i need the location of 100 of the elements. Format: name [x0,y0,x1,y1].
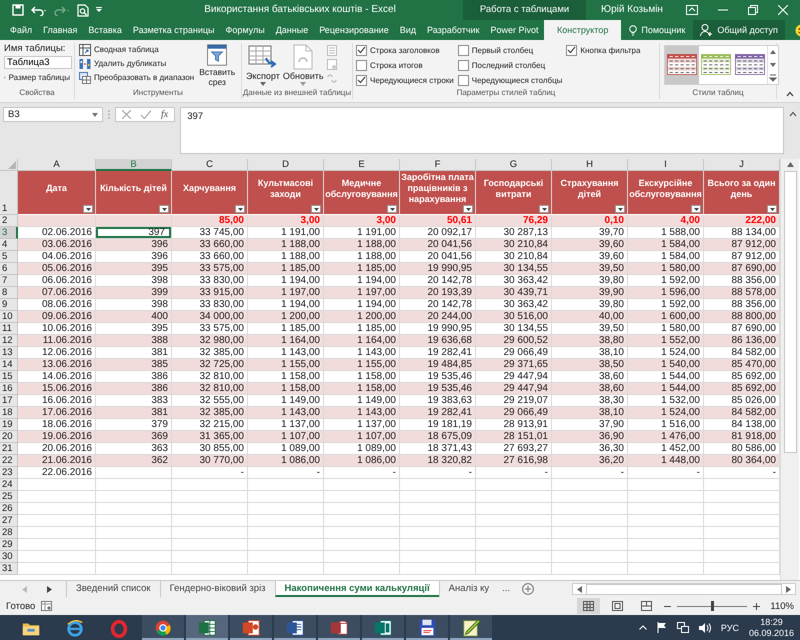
slider-thumb[interactable] [711,600,714,610]
filter-button[interactable] [463,205,473,213]
row-number[interactable]: 23 [0,467,18,479]
row-number[interactable]: 18 [0,407,18,419]
column-header[interactable]: F [400,159,476,171]
column-header[interactable]: D [248,159,324,171]
user-name[interactable]: Юрій Козьмін [586,0,678,20]
filter-button[interactable] [387,205,397,213]
customize-caret-icon[interactable] [96,7,102,13]
ribbon-tab[interactable]: Разработчик [422,20,485,40]
tool-button[interactable]: Сводная таблица [79,43,194,56]
row-number[interactable]: 1 [0,171,18,215]
tool-button[interactable]: Преобразовать в диапазон [79,71,194,84]
ribbon-display-icon[interactable] [686,5,698,15]
row-number[interactable]: 10 [0,311,18,323]
name-box[interactable]: B3 [3,107,103,122]
filter-button[interactable] [159,205,169,213]
resize-table-button[interactable]: Размер таблицы [4,71,70,84]
speaker-icon[interactable] [698,622,711,632]
row-number[interactable]: 12 [0,335,18,347]
row-number[interactable]: 3 [0,227,18,239]
ribbon-tab[interactable]: Разметка страницы [127,20,220,40]
ribbon-tab[interactable]: Рецензирование [314,20,394,40]
row-number[interactable]: 20 [0,431,18,443]
checkbox[interactable]: Строка итогов [356,59,454,71]
ribbon-tab[interactable]: Вставка [82,20,128,40]
flag-icon[interactable] [656,622,667,633]
network-icon[interactable] [676,622,689,633]
row-number[interactable]: 19 [0,419,18,431]
scroll-up-icon[interactable] [769,48,777,56]
row-number[interactable]: 24 [0,479,18,491]
taskbar-button[interactable] [450,615,492,640]
row-number[interactable]: 25 [0,491,18,503]
insert-function-button[interactable]: fx [161,109,168,120]
collapse-ribbon-icon[interactable] [786,91,794,97]
checkbox[interactable]: Первый столбец [458,44,562,56]
filter-button[interactable] [311,205,321,213]
row-number[interactable]: 15 [0,371,18,383]
scroll-thumb[interactable] [586,584,782,594]
ribbon-tab[interactable]: Формулы [220,20,270,40]
ribbon-tab[interactable]: Файл [0,20,38,40]
column-header[interactable]: G [476,159,552,171]
export-button[interactable]: Экспорт [246,43,280,87]
row-number[interactable]: 16 [0,383,18,395]
checkbox[interactable]: Чередующиеся строки [356,74,454,86]
checkbox[interactable]: Чередующиеся столбцы [458,74,562,86]
taskbar-button[interactable] [362,615,404,640]
scroll-thumb[interactable] [784,171,796,453]
column-header[interactable]: A [18,159,96,171]
insert-slicer-button[interactable]: Вставить срез [197,43,238,87]
row-number[interactable]: 29 [0,539,18,551]
row-number[interactable]: 22 [0,455,18,467]
checkbox[interactable]: Строка заголовков [356,44,454,56]
language-indicator[interactable]: РУС [720,622,739,632]
share-button[interactable]: Общий доступ [693,20,785,40]
row-number[interactable]: 7 [0,275,18,287]
filter-button[interactable] [83,205,93,213]
row-number[interactable]: 14 [0,359,18,371]
scroll-down-icon[interactable] [769,61,777,69]
row-number[interactable]: 9 [0,299,18,311]
sheet-tab[interactable]: Накопичення суми калькуляції [274,581,439,597]
normal-view-button[interactable] [577,598,600,614]
ribbon-tab[interactable]: Конструктор [544,20,622,40]
column-header[interactable]: B [96,159,172,171]
row-number[interactable]: 17 [0,395,18,407]
row-number[interactable]: 11 [0,323,18,335]
filter-button[interactable] [767,205,777,213]
ribbon-tab[interactable]: Данные [270,20,314,40]
row-number[interactable]: 6 [0,263,18,275]
ribbon-tab[interactable]: Главная [38,20,83,40]
row-number[interactable]: 4 [0,239,18,251]
print-preview-icon[interactable] [77,4,89,16]
taskbar-button[interactable] [186,615,228,640]
zoom-in-icon[interactable] [753,602,760,610]
column-header[interactable]: C [172,159,248,171]
collapse-formula-icon[interactable] [789,111,797,117]
column-header[interactable]: E [324,159,400,171]
row-number[interactable]: 8 [0,287,18,299]
save-icon[interactable] [12,4,24,16]
ribbon-tab[interactable]: Power Pivot [484,20,544,40]
row-number[interactable]: 31 [0,563,18,575]
table-name-field[interactable]: Таблица3 [4,56,72,69]
refresh-button[interactable]: Обновить [282,43,324,87]
taskbar-button[interactable] [406,615,448,640]
row-number[interactable]: 30 [0,551,18,563]
checkbox[interactable]: Последний столбец [458,59,562,71]
taskbar-button[interactable] [230,615,272,640]
row-number[interactable]: 27 [0,515,18,527]
taskbar-button[interactable] [274,615,316,640]
next-sheet-icon[interactable] [47,586,52,592]
row-number[interactable]: 28 [0,527,18,539]
column-header[interactable]: J [704,159,780,171]
tell-me-button[interactable]: Помощник [621,20,694,40]
checkbox[interactable]: Кнопка фильтра [566,44,640,56]
filter-button[interactable] [615,205,625,213]
add-sheet-icon[interactable] [522,583,534,595]
chevron-up-icon[interactable] [638,625,647,630]
more-sheets-button[interactable]: ... [498,581,514,597]
filter-button[interactable] [691,205,701,213]
close-icon[interactable] [778,5,788,15]
